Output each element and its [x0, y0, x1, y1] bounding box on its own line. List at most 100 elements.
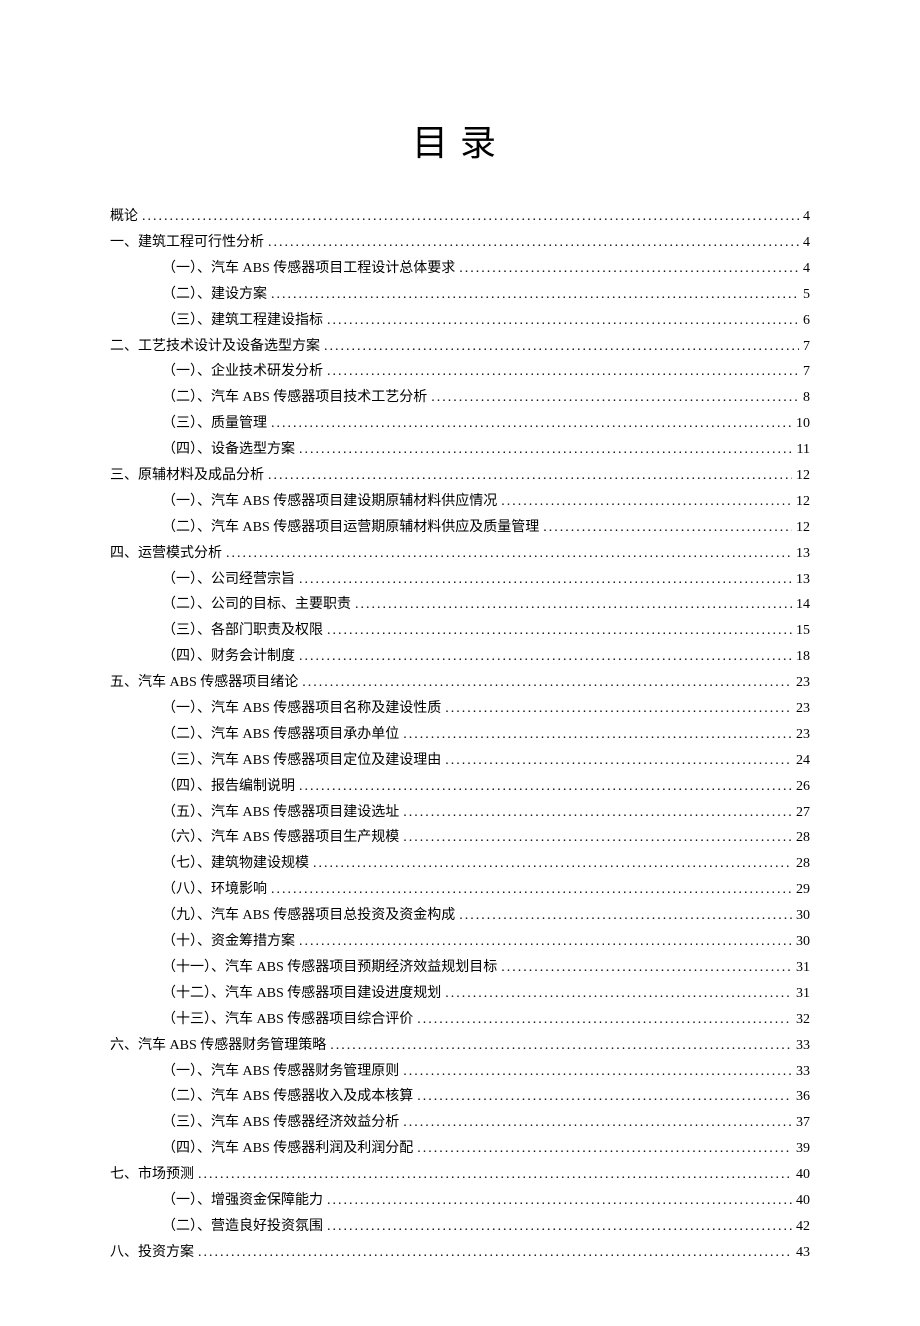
toc-entry: （二）、营造良好投资氛围42 [162, 1214, 810, 1240]
toc-entry-label: （六）、汽车 ABS 传感器项目生产规模 [162, 825, 399, 851]
toc-entry-label: （十）、资金筹措方案 [162, 929, 295, 955]
toc-entry-page: 13 [796, 541, 810, 567]
toc-entry: （三）、汽车 ABS 传感器项目定位及建设理由24 [162, 748, 810, 774]
toc-entry-label: （四）、财务会计制度 [162, 644, 295, 670]
toc-entry-page: 10 [796, 411, 810, 437]
table-of-contents: 概论4一、建筑工程可行性分析4（一）、汽车 ABS 传感器项目工程设计总体要求4… [110, 204, 810, 1266]
toc-leader-dots [445, 981, 792, 1007]
toc-entry-label: （一）、公司经营宗旨 [162, 567, 295, 593]
toc-entry-label: （三）、汽车 ABS 传感器经济效益分析 [162, 1110, 399, 1136]
toc-entry: 四、运营模式分析13 [110, 541, 810, 567]
toc-entry-page: 23 [796, 670, 810, 696]
toc-entry: 六、汽车 ABS 传感器财务管理策略33 [110, 1033, 810, 1059]
toc-entry: （二）、公司的目标、主要职责14 [162, 592, 810, 618]
toc-entry-label: 二、工艺技术设计及设备选型方案 [110, 334, 320, 360]
toc-entry-page: 32 [796, 1007, 810, 1033]
toc-entry: 二、工艺技术设计及设备选型方案 7 [110, 334, 810, 360]
toc-entry-label: （一）、增强资金保障能力 [162, 1188, 323, 1214]
toc-entry: （一）、汽车 ABS 传感器项目建设期原辅材料供应情况 12 [162, 489, 810, 515]
toc-leader-dots [403, 722, 792, 748]
toc-entry-label: （九）、汽车 ABS 传感器项目总投资及资金构成 [162, 903, 455, 929]
toc-leader-dots [226, 541, 792, 567]
toc-entry-label: 一、建筑工程可行性分析 [110, 230, 264, 256]
toc-leader-dots [327, 618, 792, 644]
toc-entry: 五、汽车 ABS 传感器项目绪论23 [110, 670, 810, 696]
toc-leader-dots [431, 385, 799, 411]
toc-entry-page: 4 [803, 230, 810, 256]
toc-entry-page: 30 [796, 929, 810, 955]
toc-entry: （一）、增强资金保障能力40 [162, 1188, 810, 1214]
toc-leader-dots [327, 1214, 792, 1240]
toc-entry: （二）、汽车 ABS 传感器项目技术工艺分析8 [162, 385, 810, 411]
toc-entry: （四）、汽车 ABS 传感器利润及利润分配39 [162, 1136, 810, 1162]
toc-leader-dots [313, 851, 792, 877]
toc-entry-label: （一）、汽车 ABS 传感器项目建设期原辅材料供应情况 [162, 489, 497, 515]
toc-entry-label: （三）、各部门职责及权限 [162, 618, 323, 644]
toc-entry: （二）、汽车 ABS 传感器项目承办单位23 [162, 722, 810, 748]
toc-entry-label: （十三）、汽车 ABS 传感器项目综合评价 [162, 1007, 413, 1033]
toc-entry-page: 37 [796, 1110, 810, 1136]
toc-entry: （二）、建设方案 5 [162, 282, 810, 308]
toc-entry-label: （一）、汽车 ABS 传感器项目工程设计总体要求 [162, 256, 455, 282]
toc-entry-page: 39 [796, 1136, 810, 1162]
toc-entry-label: （十二）、汽车 ABS 传感器项目建设进度规划 [162, 981, 441, 1007]
toc-entry: 八、投资方案43 [110, 1240, 810, 1266]
toc-entry-page: 7 [803, 334, 810, 360]
toc-entry-label: （二）、汽车 ABS 传感器收入及成本核算 [162, 1084, 413, 1110]
toc-leader-dots [271, 411, 792, 437]
toc-entry-label: 三、原辅材料及成品分析 [110, 463, 264, 489]
toc-entry-page: 12 [796, 463, 810, 489]
toc-leader-dots [445, 748, 792, 774]
toc-entry-page: 13 [796, 567, 810, 593]
toc-leader-dots [271, 282, 799, 308]
toc-entry-page: 36 [796, 1084, 810, 1110]
toc-entry-page: 4 [803, 204, 810, 230]
toc-entry-page: 5 [803, 282, 810, 308]
toc-entry: （一）、汽车 ABS 传感器项目工程设计总体要求4 [162, 256, 810, 282]
toc-entry: 七、市场预测40 [110, 1162, 810, 1188]
toc-leader-dots [543, 515, 792, 541]
toc-entry-page: 42 [796, 1214, 810, 1240]
toc-entry-page: 43 [796, 1240, 810, 1266]
toc-entry-label: （一）、汽车 ABS 传感器财务管理原则 [162, 1059, 399, 1085]
toc-leader-dots [403, 825, 792, 851]
toc-leader-dots [268, 463, 792, 489]
toc-entry-page: 23 [796, 696, 810, 722]
toc-entry: （三）、质量管理 10 [162, 411, 810, 437]
toc-entry-label: （二）、建设方案 [162, 282, 267, 308]
toc-entry-label: 七、市场预测 [110, 1162, 194, 1188]
toc-entry: （六）、汽车 ABS 传感器项目生产规模 28 [162, 825, 810, 851]
toc-entry: （四）、报告编制说明26 [162, 774, 810, 800]
toc-entry-label: （三）、质量管理 [162, 411, 267, 437]
toc-leader-dots [271, 877, 792, 903]
toc-entry-page: 28 [796, 825, 810, 851]
toc-entry-page: 8 [803, 385, 810, 411]
toc-entry: （四）、财务会计制度18 [162, 644, 810, 670]
toc-leader-dots [299, 774, 792, 800]
toc-entry-page: 28 [796, 851, 810, 877]
toc-entry: （七）、建筑物建设规模28 [162, 851, 810, 877]
toc-entry: （一）、公司经营宗旨 13 [162, 567, 810, 593]
toc-leader-dots [324, 334, 799, 360]
toc-leader-dots [459, 903, 792, 929]
toc-leader-dots [327, 308, 799, 334]
toc-entry-page: 31 [796, 955, 810, 981]
toc-entry-page: 12 [796, 489, 810, 515]
toc-entry: （二）、汽车 ABS 传感器收入及成本核算 36 [162, 1084, 810, 1110]
toc-leader-dots [403, 1110, 792, 1136]
toc-entry-label: （二）、汽车 ABS 传感器项目运营期原辅材料供应及质量管理 [162, 515, 539, 541]
toc-leader-dots [299, 437, 793, 463]
toc-entry: （三）、各部门职责及权限15 [162, 618, 810, 644]
toc-entry: 一、建筑工程可行性分析 4 [110, 230, 810, 256]
toc-entry-page: 33 [796, 1059, 810, 1085]
toc-entry: 三、原辅材料及成品分析 12 [110, 463, 810, 489]
toc-entry: （三）、汽车 ABS 传感器经济效益分析 37 [162, 1110, 810, 1136]
toc-leader-dots [299, 567, 792, 593]
toc-entry-page: 26 [796, 774, 810, 800]
toc-entry: （五）、汽车 ABS 传感器项目建设选址27 [162, 800, 810, 826]
toc-entry-page: 7 [803, 359, 810, 385]
toc-leader-dots [299, 644, 792, 670]
toc-entry-page: 33 [796, 1033, 810, 1059]
toc-leader-dots [142, 204, 799, 230]
toc-entry: （二）、汽车 ABS 传感器项目运营期原辅材料供应及质量管理12 [162, 515, 810, 541]
